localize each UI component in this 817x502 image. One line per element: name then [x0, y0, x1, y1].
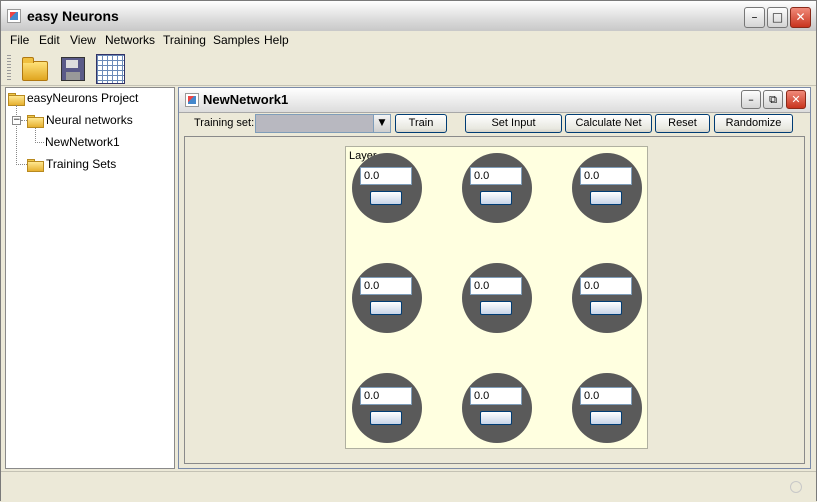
folder-icon	[27, 114, 44, 128]
neuron[interactable]: 0.0	[572, 153, 642, 223]
neuron-value[interactable]: 0.0	[580, 387, 632, 405]
neuron[interactable]: 0.0	[462, 263, 532, 333]
frame-close-button[interactable]: ✕	[786, 90, 806, 109]
folder-icon	[27, 158, 44, 172]
neuron-value[interactable]: 0.0	[580, 167, 632, 185]
menu-file[interactable]: File	[10, 33, 29, 47]
neuron-layer: Layer 0.0 0.0 0.0 0.0 0.0 0.0 0.0 0.0 0.…	[345, 146, 648, 449]
neuron[interactable]: 0.0	[352, 263, 422, 333]
training-set-label: Training set:	[194, 117, 255, 129]
training-set-dropdown[interactable]: ▼	[255, 114, 391, 133]
status-indicator-icon	[790, 481, 802, 493]
open-folder-icon[interactable]	[19, 53, 49, 83]
neuron-value[interactable]: 0.0	[360, 277, 412, 295]
tree-node-training-sets[interactable]: Training Sets	[46, 157, 116, 171]
neuron-button[interactable]	[370, 301, 402, 315]
tree-connector	[16, 105, 17, 165]
table-grid-icon[interactable]	[95, 53, 125, 84]
neuron-value[interactable]: 0.0	[360, 167, 412, 185]
frame-minimize-button[interactable]: –	[741, 90, 761, 109]
menu-training[interactable]: Training	[163, 33, 206, 47]
neuron[interactable]: 0.0	[572, 373, 642, 443]
neuron-value[interactable]: 0.0	[470, 387, 522, 405]
menu-edit[interactable]: Edit	[39, 33, 60, 47]
randomize-button[interactable]: Randomize	[714, 114, 793, 133]
menu-bar: File Edit View Networks Training Samples…	[1, 31, 816, 51]
neuron-button[interactable]	[480, 411, 512, 425]
save-disk-icon[interactable]	[57, 53, 87, 83]
neuron-button[interactable]	[480, 301, 512, 315]
main-window: easy Neurons – □ ✕ File Edit View Networ…	[0, 0, 817, 502]
neuron-value[interactable]: 0.0	[580, 277, 632, 295]
internal-frame-title-bar[interactable]: NewNetwork1 – ⧉ ✕	[179, 88, 810, 113]
java-app-icon	[7, 9, 21, 23]
toolbar	[1, 51, 816, 86]
network-internal-frame: NewNetwork1 – ⧉ ✕ Training set: ▼ Train …	[178, 87, 811, 469]
frame-restore-button[interactable]: ⧉	[763, 90, 783, 109]
neuron-value[interactable]: 0.0	[470, 167, 522, 185]
neuron-value[interactable]: 0.0	[360, 387, 412, 405]
folder-icon	[8, 92, 25, 106]
collapse-icon[interactable]: −	[12, 116, 21, 125]
chevron-down-icon[interactable]: ▼	[373, 115, 390, 132]
set-input-button[interactable]: Set Input	[465, 114, 562, 133]
menu-help[interactable]: Help	[264, 33, 289, 47]
maximize-button[interactable]: □	[767, 7, 788, 28]
neuron[interactable]: 0.0	[352, 373, 422, 443]
network-controls: Training set: ▼ Train Set Input Calculat…	[179, 112, 810, 136]
tree-connector	[35, 142, 44, 143]
window-title: easy Neurons	[27, 8, 119, 24]
neuron-button[interactable]	[370, 411, 402, 425]
neuron[interactable]: 0.0	[352, 153, 422, 223]
neuron-button[interactable]	[590, 411, 622, 425]
neuron[interactable]: 0.0	[462, 373, 532, 443]
network-canvas: Layer 0.0 0.0 0.0 0.0 0.0 0.0 0.0 0.0 0.…	[184, 136, 805, 464]
tree-node-newnetwork1[interactable]: NewNetwork1	[45, 135, 120, 149]
reset-button[interactable]: Reset	[655, 114, 710, 133]
java-frame-icon	[185, 93, 199, 107]
neuron-button[interactable]	[590, 191, 622, 205]
tree-root-project[interactable]: easyNeurons Project	[27, 91, 138, 105]
internal-frame-title: NewNetwork1	[203, 92, 289, 107]
neuron-button[interactable]	[370, 191, 402, 205]
calculate-net-button[interactable]: Calculate Net	[565, 114, 652, 133]
menu-networks[interactable]: Networks	[105, 33, 155, 47]
train-button[interactable]: Train	[395, 114, 447, 133]
tree-node-neural-networks[interactable]: Neural networks	[46, 113, 133, 127]
neuron-button[interactable]	[480, 191, 512, 205]
tree-connector	[16, 164, 27, 165]
neuron[interactable]: 0.0	[462, 153, 532, 223]
minimize-button[interactable]: –	[744, 7, 765, 28]
status-bar	[1, 471, 816, 502]
neuron-value[interactable]: 0.0	[470, 277, 522, 295]
menu-view[interactable]: View	[70, 33, 96, 47]
toolbar-grip[interactable]	[7, 55, 11, 81]
neuron[interactable]: 0.0	[572, 263, 642, 333]
project-tree: easyNeurons Project − Neural networks Ne…	[5, 87, 175, 469]
neuron-button[interactable]	[590, 301, 622, 315]
menu-samples[interactable]: Samples	[213, 33, 260, 47]
tree-connector	[35, 128, 36, 143]
close-button[interactable]: ✕	[790, 7, 811, 28]
title-bar[interactable]: easy Neurons – □ ✕	[1, 1, 816, 32]
